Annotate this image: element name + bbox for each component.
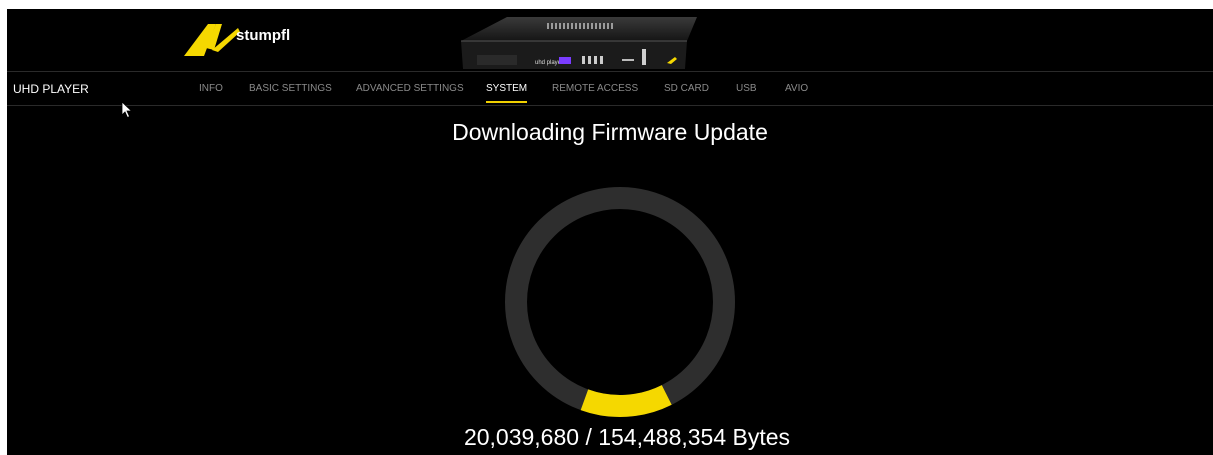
- download-bytes-counter: 20,039,680 / 154,488,354 Bytes: [463, 424, 791, 450]
- av-stumpfl-logo: stumpfl: [182, 14, 332, 64]
- progress-ring-track: [505, 187, 735, 417]
- tab-remote-access[interactable]: REMOTE ACCESS: [552, 83, 638, 94]
- download-status-title: Downloading Firmware Update: [452, 119, 768, 145]
- app-window: stumpfl uhd player UHD PLAYER INFO BASIC…: [7, 9, 1213, 455]
- nav-bar: UHD PLAYER INFO BASIC SETTINGS ADVANCED …: [7, 71, 1213, 106]
- tab-avio[interactable]: AVIO: [785, 83, 808, 94]
- tab-info[interactable]: INFO: [199, 83, 223, 94]
- logo-wordmark: stumpfl: [236, 27, 291, 44]
- device-label: uhd player: [535, 60, 563, 66]
- tab-sd-card[interactable]: SD CARD: [664, 83, 709, 94]
- app-title: UHD PLAYER: [13, 82, 89, 96]
- header-banner: stumpfl uhd player: [7, 9, 1213, 71]
- tab-basic-settings[interactable]: BASIC SETTINGS: [249, 83, 332, 94]
- mouse-pointer-icon: [121, 101, 133, 119]
- download-progress-ring: [500, 182, 740, 422]
- device-image: uhd player: [447, 11, 747, 71]
- progress-ring-fill: [580, 384, 672, 417]
- tab-usb[interactable]: USB: [736, 83, 757, 94]
- tab-advanced-settings[interactable]: ADVANCED SETTINGS: [356, 83, 464, 94]
- tab-system[interactable]: SYSTEM: [486, 83, 528, 103]
